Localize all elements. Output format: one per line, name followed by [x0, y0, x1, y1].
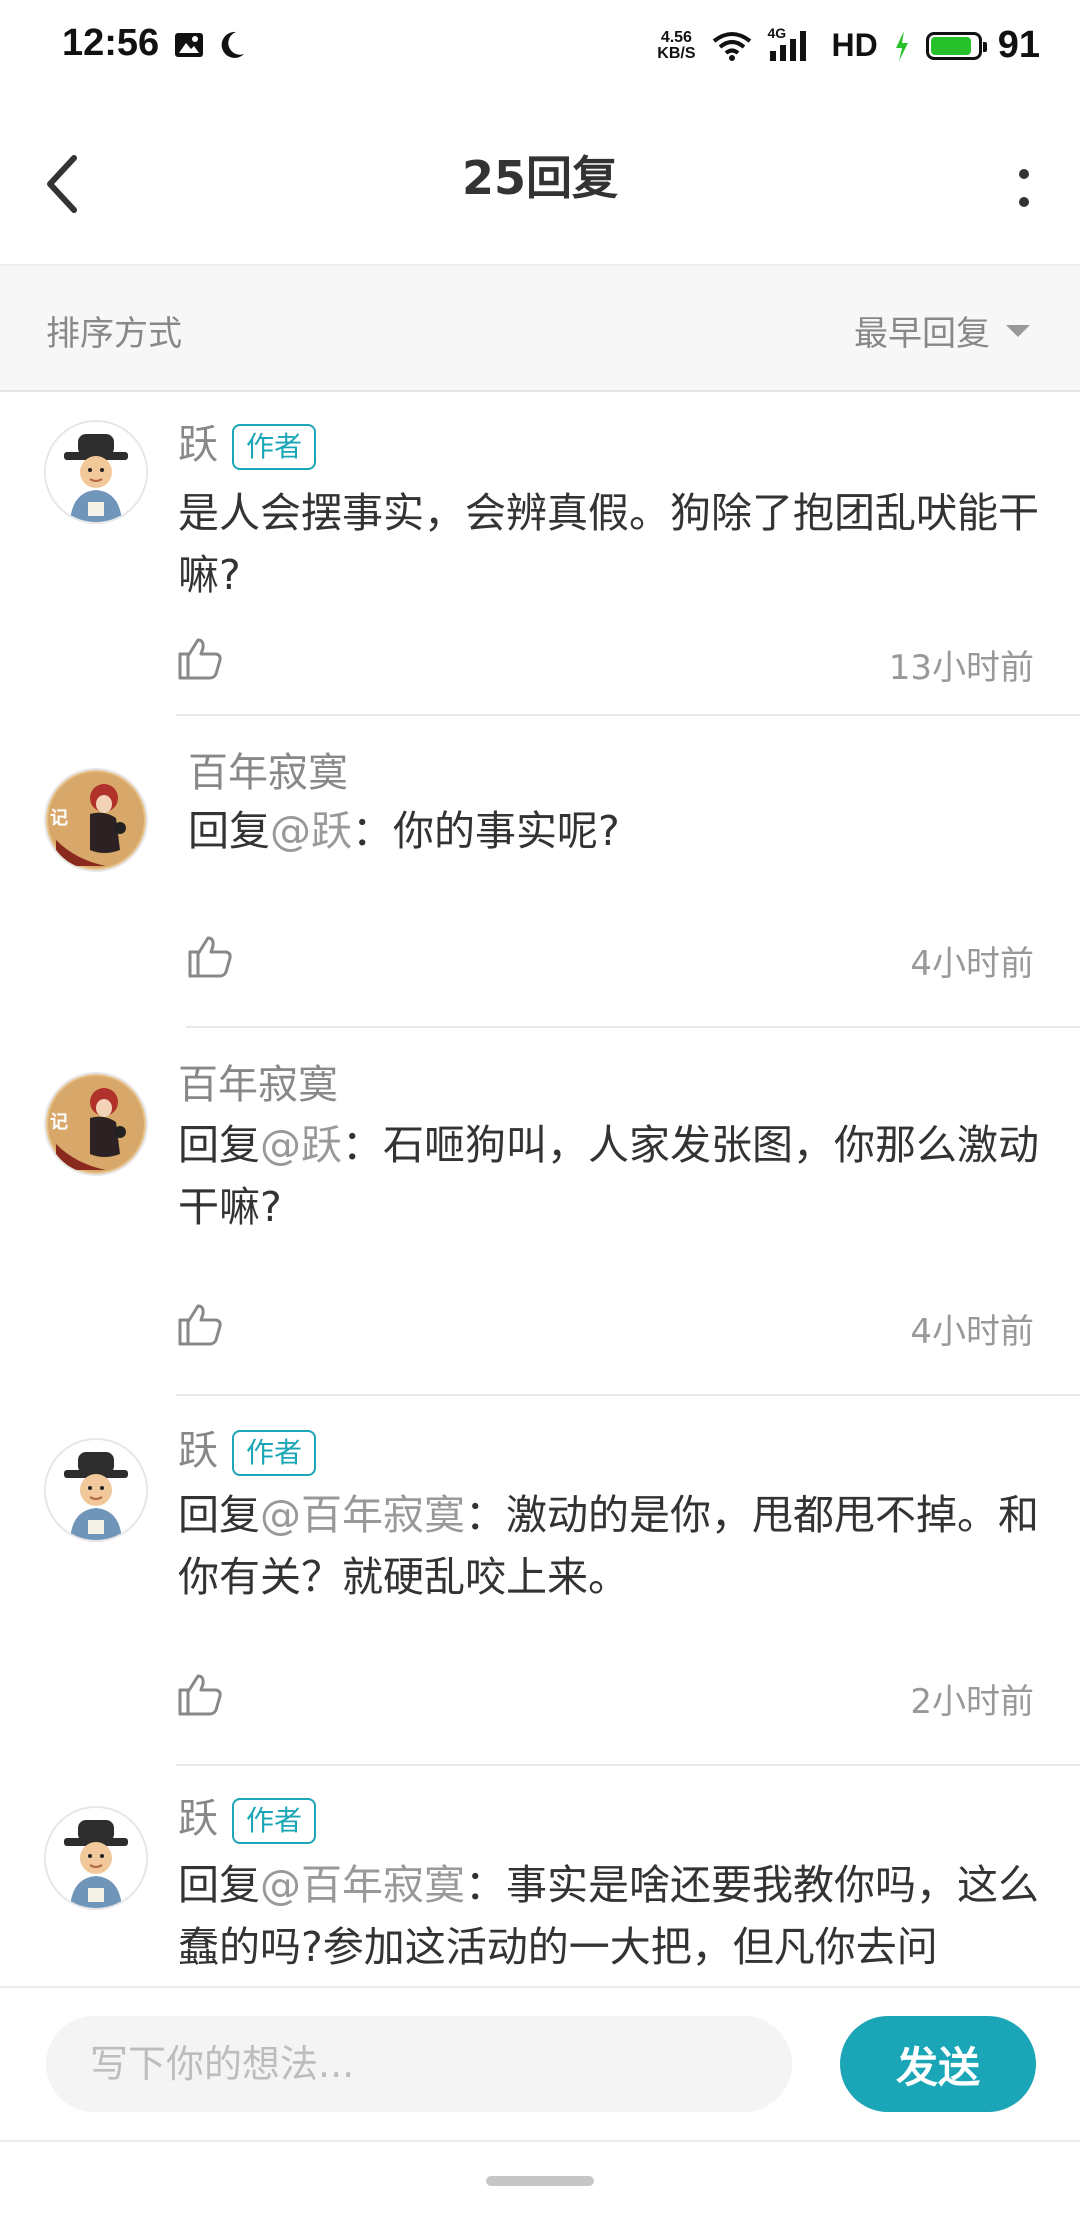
status-time: 12:56 [62, 22, 160, 64]
author-avatar-icon [46, 1440, 146, 1540]
reply-text: ：你的事实呢? [352, 807, 620, 855]
thumbs-up-icon[interactable] [176, 634, 224, 682]
comment-item: 跃作者 回复@百年寂寞：事实是啥还要我教你吗，这么蠢的吗?参加这活动的一大把，但… [0, 1768, 1080, 1986]
comment-username[interactable]: 跃作者 [178, 1418, 317, 1476]
battery-fill [930, 36, 971, 55]
reply-prefix: 回复 [178, 1491, 260, 1539]
send-button[interactable]: 发送 [840, 2016, 1036, 2112]
comment-input[interactable] [46, 2016, 792, 2112]
comment-text: 回复@跃：你的事实呢? [188, 800, 1080, 862]
thumbs-up-icon[interactable] [176, 1300, 224, 1348]
comment-time: 4小时前 [910, 944, 1034, 984]
reply-mention[interactable]: @百年寂寞 [260, 1491, 465, 1539]
wifi-icon [712, 31, 751, 61]
network-speed-value: 4.56 [660, 28, 692, 46]
author-badge: 作者 [232, 1430, 317, 1476]
status-right-icons: 4.56 KB/S 4G HD 91 [657, 24, 1040, 67]
comment-list[interactable]: 跃作者 是人会摆事实，会辨真假。狗除了抱团乱吠能干嘛? 13小时前 记 百年寂寞 [0, 392, 1080, 1986]
svg-text:记: 记 [50, 808, 68, 828]
hd-indicator: HD [831, 27, 878, 63]
divider [176, 714, 1080, 716]
comment-text: 回复@百年寂寞：激动的是你，甩都甩不掉。和你有关？就硬乱咬上来。 [178, 1484, 1078, 1608]
reply-prefix: 回复 [178, 1121, 260, 1169]
comment-username[interactable]: 百年寂寞 [178, 1052, 338, 1110]
username-text: 跃 [178, 1796, 218, 1842]
comment-item: 记 百年寂寞 回复@跃：石咂狗叫，人家发张图，你那么激动干嘛? 4小时前 [0, 1028, 1080, 1398]
avatar[interactable]: 记 [44, 768, 148, 872]
reply-prefix: 回复 [188, 807, 270, 855]
sort-dropdown[interactable]: 最早回复 [854, 306, 1030, 355]
comment-time: 4小时前 [910, 1312, 1034, 1352]
comment-text: 回复@百年寂寞：事实是啥还要我教你吗，这么蠢的吗?参加这活动的一大把，但凡你去问 [178, 1854, 1078, 1978]
comment-item: 跃作者 回复@百年寂寞：激动的是你，甩都甩不掉。和你有关？就硬乱咬上来。 2小时… [0, 1398, 1080, 1768]
network-speed-unit: KB/S [657, 44, 696, 62]
sort-selected-value: 最早回复 [854, 314, 990, 354]
more-options-icon[interactable] [1012, 158, 1036, 218]
girl-avatar-icon: 记 [46, 1074, 146, 1174]
gesture-nav-bar[interactable] [486, 2176, 594, 2186]
sort-label: 排序方式 [46, 314, 182, 354]
moon-icon [221, 31, 244, 58]
comment-username[interactable]: 跃作者 [178, 412, 317, 470]
status-bar: 12:56 4.56 KB/S 4G HD 91 [0, 0, 1080, 100]
charging-bolt-icon [895, 30, 908, 61]
comment-item: 记 百年寂寞 回复@跃：你的事实呢? 4小时前 [0, 718, 1080, 1028]
avatar[interactable] [44, 1438, 148, 1542]
battery-icon [925, 31, 987, 60]
divider [176, 1764, 1080, 1766]
reply-mention[interactable]: @跃 [260, 1121, 342, 1169]
dropdown-arrow-icon [1006, 324, 1030, 337]
sort-bar: 排序方式 最早回复 [0, 266, 1080, 392]
comment-text: 回复@跃：石咂狗叫，人家发张图，你那么激动干嘛? [178, 1114, 1078, 1238]
author-badge: 作者 [232, 1798, 317, 1844]
battery-level: 91 [997, 24, 1040, 66]
comment-username[interactable]: 百年寂寞 [188, 740, 348, 798]
comment-item: 跃作者 是人会摆事实，会辨真假。狗除了抱团乱吠能干嘛? 13小时前 [0, 392, 1080, 718]
username-text: 跃 [178, 422, 218, 468]
comment-text: 是人会摆事实，会辨真假。狗除了抱团乱吠能干嘛? [178, 489, 1039, 599]
thumbs-up-icon[interactable] [176, 1670, 224, 1718]
reply-mention[interactable]: @跃 [270, 807, 352, 855]
page-title: 25回复 [461, 151, 618, 205]
status-left-icons [174, 30, 246, 60]
avatar[interactable] [44, 1806, 148, 1910]
top-app-bar: 25回复 [0, 100, 1080, 266]
comment-username[interactable]: 跃作者 [178, 1786, 317, 1844]
thumbs-up-icon[interactable] [186, 932, 234, 980]
signal-group: 4G [768, 25, 816, 63]
username-text: 百年寂寞 [188, 750, 348, 796]
svg-text:记: 记 [50, 1112, 68, 1132]
author-badge: 作者 [232, 424, 317, 470]
network-speed: 4.56 KB/S [657, 28, 696, 62]
signal-icon [769, 30, 806, 61]
avatar[interactable] [44, 420, 148, 524]
reply-prefix: 回复 [178, 1861, 260, 1909]
comment-time: 13小时前 [888, 648, 1034, 688]
username-text: 百年寂寞 [178, 1062, 338, 1108]
username-text: 跃 [178, 1428, 218, 1474]
author-avatar-icon [46, 1808, 146, 1908]
comment-composer: 发送 [0, 1986, 1080, 2142]
girl-avatar-icon: 记 [46, 770, 146, 870]
avatar[interactable]: 记 [44, 1072, 148, 1176]
gallery-notification-icon [175, 33, 203, 57]
author-avatar-icon [46, 422, 146, 522]
reply-mention[interactable]: @百年寂寞 [260, 1861, 465, 1909]
comment-time: 2小时前 [910, 1682, 1034, 1722]
divider [176, 1394, 1080, 1396]
